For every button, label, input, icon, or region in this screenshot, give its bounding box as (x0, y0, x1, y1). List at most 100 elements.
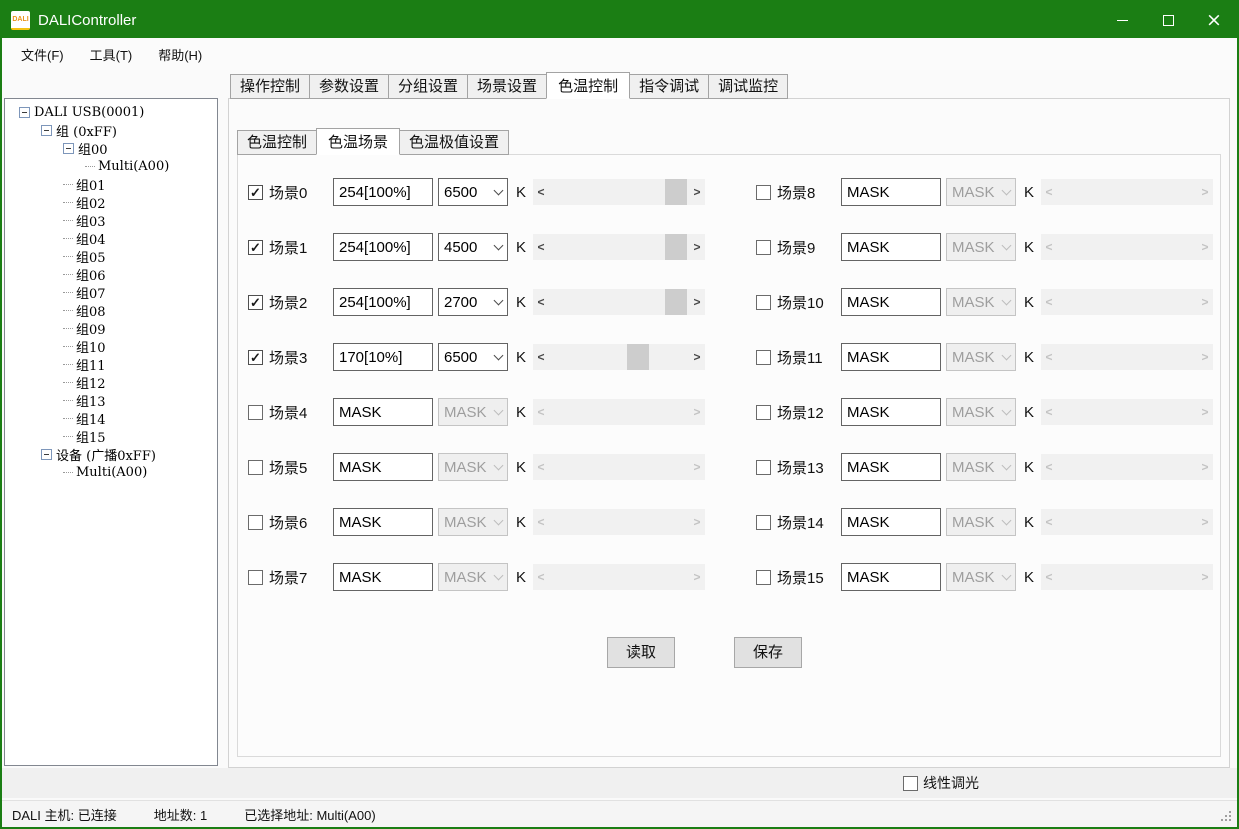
scene-15-temp-dropdown[interactable]: MASK (946, 563, 1016, 591)
scroll-left-arrow-icon[interactable]: < (1041, 515, 1057, 529)
tree-item-label[interactable]: 组04 (76, 229, 106, 248)
scene-4-level-input[interactable] (333, 398, 433, 426)
scene-8-level-input[interactable] (841, 178, 941, 206)
tree-item-9[interactable]: 组06 (5, 265, 217, 283)
scene-6-label[interactable]: 场景6 (269, 512, 333, 533)
scene-11-level-input[interactable] (841, 343, 941, 371)
scene-12-label[interactable]: 场景12 (777, 402, 841, 423)
scene-14-temp-scrollbar[interactable]: <> (1041, 509, 1213, 535)
scene-1-temp-scrollbar[interactable]: <> (533, 234, 705, 260)
scene-9-temp-scrollbar[interactable]: <> (1041, 234, 1213, 260)
scene-3-checkbox[interactable]: ✓ (248, 350, 263, 365)
tree-collapse-icon[interactable] (19, 107, 30, 118)
scene-7-level-input[interactable] (333, 563, 433, 591)
tree-item-label[interactable]: 组05 (76, 247, 106, 266)
scene-11-label[interactable]: 场景11 (777, 347, 841, 368)
scrollbar-track[interactable] (549, 234, 689, 260)
tree-item-4[interactable]: 组01 (5, 175, 217, 193)
scene-2-level-input[interactable] (333, 288, 433, 316)
scene-0-label[interactable]: 场景0 (269, 182, 333, 203)
resize-grip-icon[interactable] (1221, 811, 1233, 823)
tree-item-19[interactable]: 设备 (广播0xFF) (5, 445, 217, 463)
scroll-left-arrow-icon[interactable]: < (533, 405, 549, 419)
scene-9-checkbox[interactable] (756, 240, 771, 255)
scene-15-checkbox[interactable] (756, 570, 771, 585)
tree-item-7[interactable]: 组04 (5, 229, 217, 247)
scroll-right-arrow-icon[interactable]: > (1197, 350, 1213, 364)
scrollbar-track[interactable] (549, 344, 689, 370)
scene-3-level-input[interactable] (333, 343, 433, 371)
scroll-right-arrow-icon[interactable]: > (689, 350, 705, 364)
tree-item-label[interactable]: DALI USB(0001) (34, 105, 144, 120)
scene-6-temp-scrollbar[interactable]: <> (533, 509, 705, 535)
tree-item-label[interactable]: 组11 (76, 355, 106, 374)
tree-item-label[interactable]: Multi(A00) (98, 159, 169, 174)
tree-item-label[interactable]: 组06 (76, 265, 106, 284)
maximize-button[interactable] (1145, 2, 1191, 38)
scrollbar-thumb[interactable] (627, 344, 649, 370)
scroll-right-arrow-icon[interactable]: > (1197, 240, 1213, 254)
tree-item-14[interactable]: 组11 (5, 355, 217, 373)
tree-item-label[interactable]: Multi(A00) (76, 465, 147, 480)
scene-4-temp-dropdown[interactable]: MASK (438, 398, 508, 426)
scene-9-temp-dropdown[interactable]: MASK (946, 233, 1016, 261)
main-tab-5[interactable]: 指令调试 (629, 74, 709, 99)
scene-6-temp-dropdown[interactable]: MASK (438, 508, 508, 536)
tree-item-13[interactable]: 组10 (5, 337, 217, 355)
scene-7-checkbox[interactable] (248, 570, 263, 585)
tree-collapse-icon[interactable] (41, 449, 52, 460)
tree-item-label[interactable]: 组 (0xFF) (56, 121, 117, 140)
scroll-right-arrow-icon[interactable]: > (1197, 185, 1213, 199)
scene-6-level-input[interactable] (333, 508, 433, 536)
main-tab-6[interactable]: 调试监控 (708, 74, 788, 99)
save-button[interactable]: 保存 (734, 637, 802, 668)
menu-item-1[interactable]: 工具(T) (77, 40, 146, 69)
scrollbar-track[interactable] (549, 179, 689, 205)
scene-9-level-input[interactable] (841, 233, 941, 261)
scroll-left-arrow-icon[interactable]: < (533, 515, 549, 529)
scene-0-temp-scrollbar[interactable]: <> (533, 179, 705, 205)
tree-item-label[interactable]: 组02 (76, 193, 106, 212)
scene-9-label[interactable]: 场景9 (777, 237, 841, 258)
tree-item-17[interactable]: 组14 (5, 409, 217, 427)
main-tab-3[interactable]: 场景设置 (467, 74, 547, 99)
tree-item-18[interactable]: 组15 (5, 427, 217, 445)
scene-15-temp-scrollbar[interactable]: <> (1041, 564, 1213, 590)
scene-2-temp-dropdown[interactable]: 2700 (438, 288, 508, 316)
scene-13-label[interactable]: 场景13 (777, 457, 841, 478)
scene-13-level-input[interactable] (841, 453, 941, 481)
scroll-left-arrow-icon[interactable]: < (1041, 570, 1057, 584)
scene-5-label[interactable]: 场景5 (269, 457, 333, 478)
scroll-left-arrow-icon[interactable]: < (1041, 350, 1057, 364)
scene-5-checkbox[interactable] (248, 460, 263, 475)
scroll-right-arrow-icon[interactable]: > (689, 295, 705, 309)
scene-6-checkbox[interactable] (248, 515, 263, 530)
scene-3-temp-dropdown[interactable]: 6500 (438, 343, 508, 371)
scroll-right-arrow-icon[interactable]: > (1197, 570, 1213, 584)
tree-item-label[interactable]: 组15 (76, 427, 106, 446)
scene-1-temp-dropdown[interactable]: 4500 (438, 233, 508, 261)
main-tab-4[interactable]: 色温控制 (546, 72, 630, 99)
scene-11-checkbox[interactable] (756, 350, 771, 365)
scene-1-level-input[interactable] (333, 233, 433, 261)
scroll-left-arrow-icon[interactable]: < (533, 295, 549, 309)
scene-8-checkbox[interactable] (756, 185, 771, 200)
scene-12-checkbox[interactable] (756, 405, 771, 420)
scroll-right-arrow-icon[interactable]: > (1197, 515, 1213, 529)
scroll-left-arrow-icon[interactable]: < (1041, 295, 1057, 309)
scroll-left-arrow-icon[interactable]: < (533, 350, 549, 364)
scene-8-temp-scrollbar[interactable]: <> (1041, 179, 1213, 205)
linear-dimming-checkbox[interactable] (903, 776, 918, 791)
tree-item-11[interactable]: 组08 (5, 301, 217, 319)
tree-collapse-icon[interactable] (41, 125, 52, 136)
tree-item-label[interactable]: 组14 (76, 409, 106, 428)
close-button[interactable]: × (1191, 2, 1237, 38)
scroll-right-arrow-icon[interactable]: > (689, 185, 705, 199)
scroll-right-arrow-icon[interactable]: > (1197, 460, 1213, 474)
scroll-right-arrow-icon[interactable]: > (689, 405, 705, 419)
scrollbar-thumb[interactable] (665, 289, 687, 315)
scene-2-temp-scrollbar[interactable]: <> (533, 289, 705, 315)
scroll-left-arrow-icon[interactable]: < (533, 185, 549, 199)
main-tab-1[interactable]: 参数设置 (309, 74, 389, 99)
tree-item-label[interactable]: 组07 (76, 283, 106, 302)
